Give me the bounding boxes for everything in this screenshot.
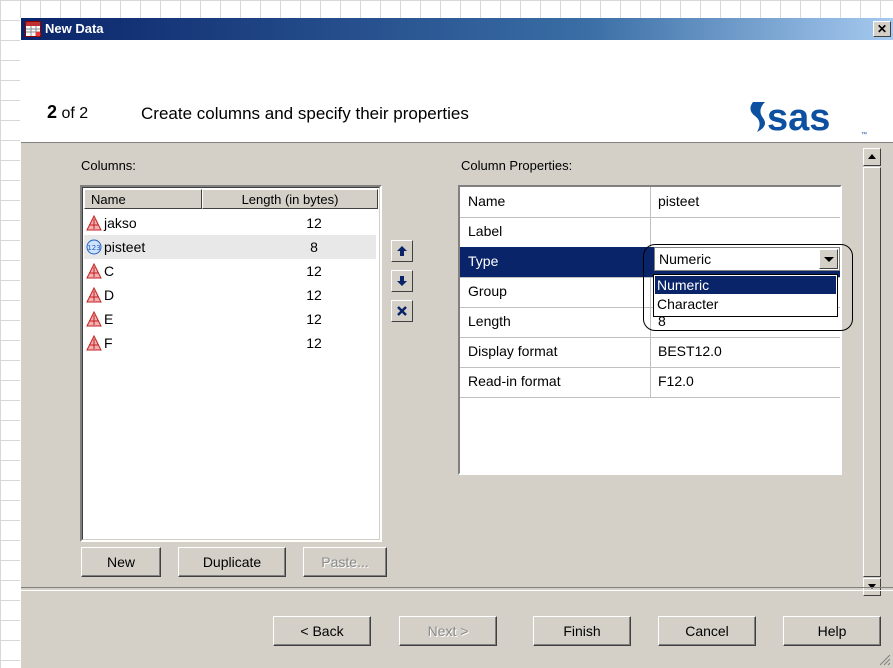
- type-option-numeric[interactable]: Numeric: [655, 276, 836, 294]
- column-length: 12: [306, 215, 322, 231]
- move-down-button[interactable]: [391, 270, 413, 292]
- help-button[interactable]: Help: [783, 616, 881, 646]
- title-bar[interactable]: New Data ✕: [21, 18, 893, 40]
- new-data-dialog: New Data ✕ 2 of 2 Create columns and spe…: [20, 18, 893, 668]
- paste-button[interactable]: Paste...: [303, 547, 387, 577]
- property-row-display-format[interactable]: Display format BEST12.0: [460, 337, 840, 368]
- property-row-read-in-format[interactable]: Read-in format F12.0: [460, 367, 840, 398]
- property-key: Label: [468, 223, 503, 239]
- column-name: F: [104, 335, 113, 351]
- new-button[interactable]: New: [81, 547, 161, 577]
- duplicate-button[interactable]: Duplicate: [178, 547, 286, 577]
- step-description: Create columns and specify their propert…: [141, 104, 469, 123]
- wizard-header: 2 of 2 Create columns and specify their …: [21, 40, 893, 143]
- column-length: 12: [306, 287, 322, 303]
- columns-list[interactable]: Name Length (in bytes) jakso 12 123 pist…: [80, 185, 382, 542]
- delete-icon: [397, 306, 407, 316]
- resize-grip-icon[interactable]: [877, 652, 891, 666]
- column-name: jakso: [104, 215, 137, 231]
- property-key: Name: [468, 193, 506, 209]
- list-item[interactable]: F 12: [84, 331, 376, 355]
- columns-label: Columns:: [81, 158, 136, 173]
- window-title: New Data: [45, 21, 104, 36]
- list-item[interactable]: E 12: [84, 307, 376, 331]
- column-length: 8: [310, 239, 318, 255]
- type-select[interactable]: Numeric: [654, 247, 840, 271]
- column-length: 12: [306, 311, 322, 327]
- property-value[interactable]: pisteet: [658, 193, 699, 209]
- scroll-up-button[interactable]: [863, 148, 881, 166]
- column-properties-grid[interactable]: Name pisteet Label Type Group Length 8 D…: [458, 185, 842, 475]
- scroll-up-icon: [868, 154, 876, 159]
- footer-divider: [21, 587, 893, 591]
- type-select-value: Numeric: [659, 251, 712, 267]
- list-item[interactable]: jakso 12: [84, 211, 376, 235]
- svg-text:™: ™: [861, 131, 867, 138]
- property-key: Length: [468, 313, 511, 329]
- column-name: D: [104, 287, 115, 303]
- arrow-down-icon: [397, 276, 407, 286]
- chevron-down-icon[interactable]: [819, 249, 838, 269]
- close-button[interactable]: ✕: [873, 21, 891, 37]
- next-button[interactable]: Next >: [399, 616, 497, 646]
- property-row-name[interactable]: Name pisteet: [460, 187, 840, 218]
- character-icon: [86, 263, 102, 279]
- character-icon: [86, 287, 102, 303]
- type-dropdown-list[interactable]: Numeric Character: [653, 274, 838, 317]
- column-name: C: [104, 263, 115, 279]
- property-key: Group: [468, 283, 507, 299]
- list-item[interactable]: C 12: [84, 259, 376, 283]
- column-length: 12: [306, 335, 322, 351]
- type-option-character[interactable]: Character: [655, 295, 836, 313]
- cancel-button[interactable]: Cancel: [658, 616, 756, 646]
- vertical-scrollbar[interactable]: [863, 148, 881, 596]
- step-current: 2: [47, 102, 58, 122]
- property-row-label[interactable]: Label: [460, 217, 840, 248]
- property-key: Display format: [468, 343, 558, 359]
- column-properties-label: Column Properties:: [461, 158, 573, 173]
- column-name: E: [104, 311, 114, 327]
- delete-column-button[interactable]: [391, 300, 413, 322]
- column-length: 12: [306, 263, 322, 279]
- column-header-name[interactable]: Name: [84, 189, 202, 209]
- property-key: Type: [468, 253, 499, 269]
- svg-text:123: 123: [87, 244, 100, 252]
- character-icon: [86, 311, 102, 327]
- list-item-selected[interactable]: 123 pisteet 8: [84, 235, 376, 259]
- numeric-icon: 123: [86, 239, 102, 255]
- move-up-button[interactable]: [391, 240, 413, 262]
- column-header-length[interactable]: Length (in bytes): [202, 189, 378, 209]
- table-icon: [25, 21, 41, 37]
- character-icon: [86, 215, 102, 231]
- property-value[interactable]: BEST12.0: [658, 343, 722, 359]
- back-button[interactable]: < Back: [273, 616, 371, 646]
- step-total: of 2: [61, 105, 89, 122]
- sas-logo-text: sas: [767, 97, 830, 139]
- sas-logo: sas ™: [750, 97, 867, 139]
- scroll-thumb[interactable]: [863, 167, 881, 577]
- property-value[interactable]: F12.0: [658, 373, 694, 389]
- column-name: pisteet: [104, 239, 146, 255]
- step-indicator: 2 of 2: [47, 102, 88, 123]
- close-icon: ✕: [876, 22, 888, 36]
- finish-button[interactable]: Finish: [533, 616, 631, 646]
- character-icon: [86, 335, 102, 351]
- arrow-up-icon: [397, 246, 407, 256]
- list-item[interactable]: D 12: [84, 283, 376, 307]
- property-key: Read-in format: [468, 373, 561, 389]
